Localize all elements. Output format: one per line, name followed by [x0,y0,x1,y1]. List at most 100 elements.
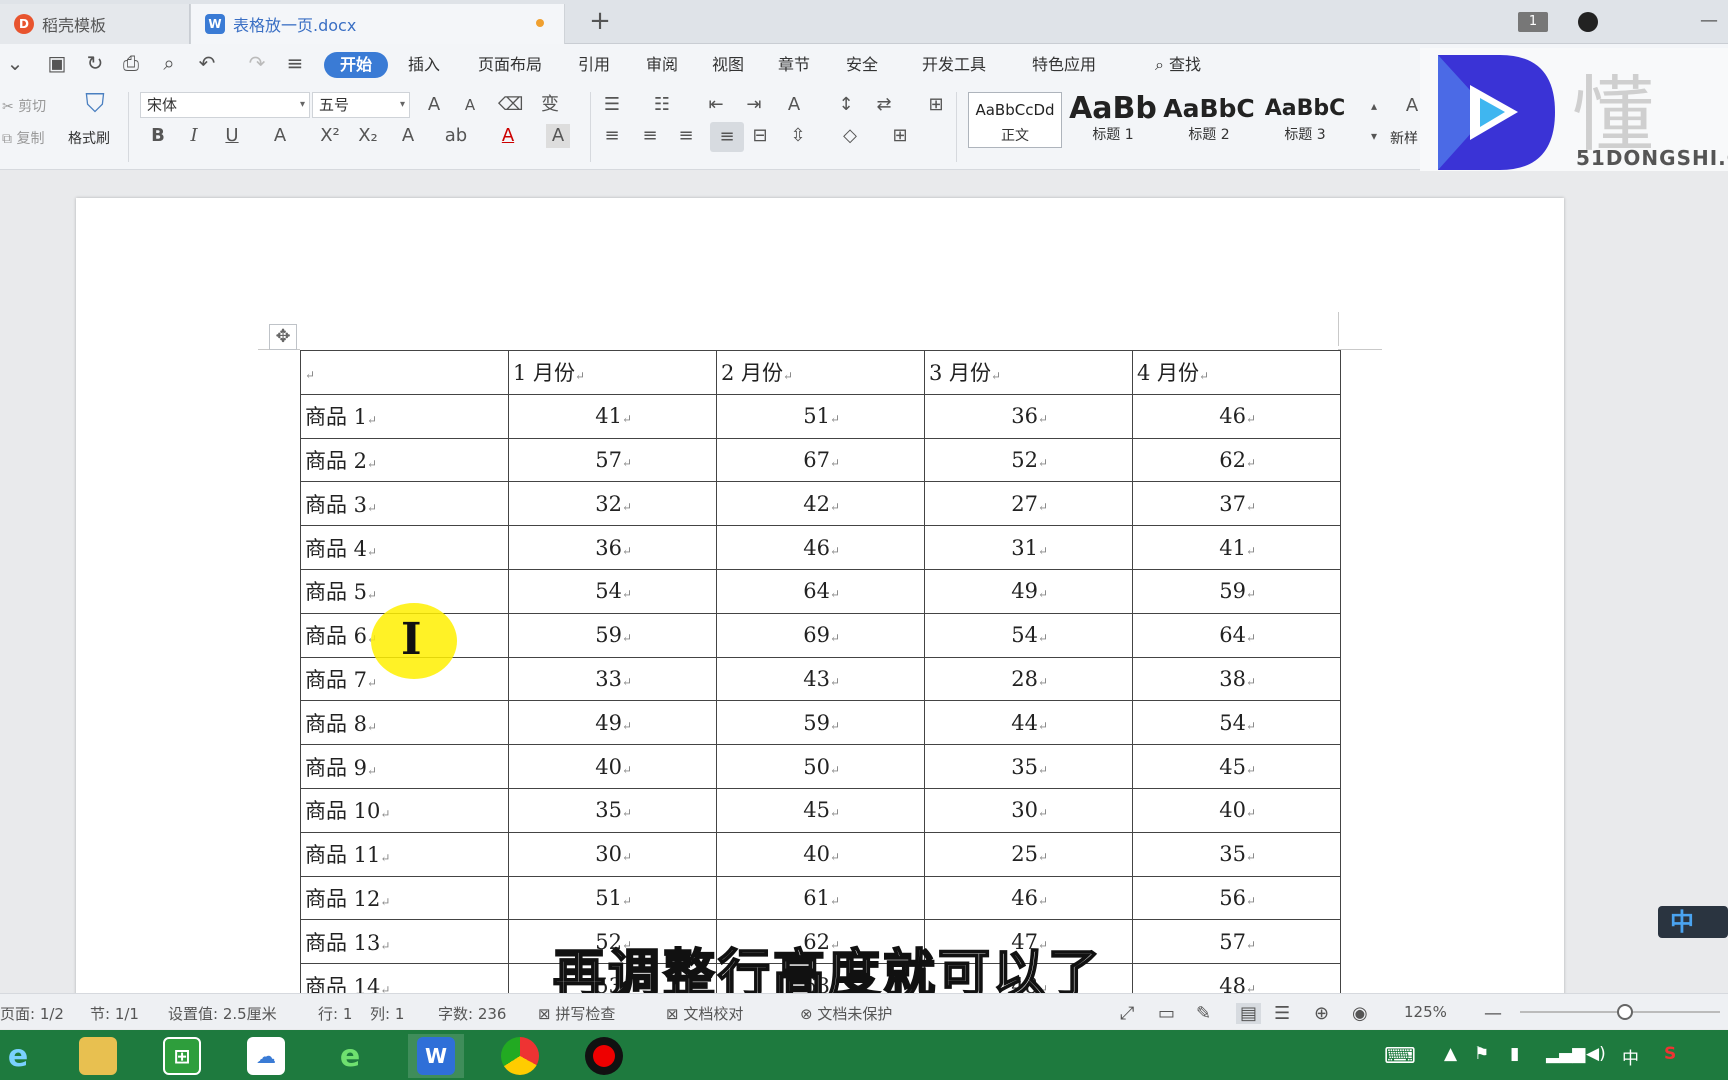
doc-protect-button[interactable]: ⊗ 文档未保护 [800,1003,892,1024]
table-cell[interactable]: 25↵ [924,831,1133,877]
new-style-label[interactable]: 新样 [1390,128,1418,148]
search-button[interactable]: ⌕ 查找 [1138,52,1218,78]
tab-count-badge[interactable]: 1 [1518,12,1548,32]
menu-chapter[interactable]: 章节 [772,52,816,78]
table-cell[interactable]: 49↵ [508,700,717,746]
table-cell[interactable]: 40↵ [508,744,717,789]
menu-insert[interactable]: 插入 [402,52,446,78]
table-cell[interactable]: 52↵ [924,437,1133,483]
table-cell[interactable]: 37↵ [1132,481,1341,527]
table-cell[interactable]: 32↵ [508,481,717,527]
line-spacing-icon[interactable]: ⇳ [786,124,810,148]
action-center-icon[interactable]: ⚑ [1474,1044,1489,1064]
undo-icon[interactable]: ↶ [194,50,220,76]
table-move-handle[interactable]: ✥ [269,324,297,350]
table-cell[interactable]: 51↵ [716,393,925,439]
row-label-cell[interactable]: 商品 9↵ [300,744,509,789]
menu-developer[interactable]: 开发工具 [914,52,994,78]
shading-icon[interactable]: ◇ [838,124,862,148]
row-label-cell[interactable]: 商品 2↵ [300,437,509,483]
edit-view-icon[interactable]: ✎ [1196,1003,1211,1024]
table-cell[interactable]: 49↵ [924,568,1133,614]
table-cell[interactable]: 40↵ [716,831,925,877]
char-shading-icon[interactable]: A [546,124,570,148]
volume-icon[interactable]: ◀) [1586,1044,1606,1064]
taskbar-baidu-netdisk[interactable]: ☁ [238,1034,294,1078]
print-preview-icon[interactable]: ⌕ [156,50,182,76]
row-label-cell[interactable]: 商品 10↵ [300,787,509,833]
eye-protect-icon[interactable]: ◉ [1352,1003,1368,1024]
new-tab-button[interactable]: + [585,6,615,38]
table-header-cell[interactable]: 3 月份↵ [924,350,1133,395]
table-cell[interactable]: 54↵ [924,612,1133,658]
table-cell[interactable]: 38↵ [1132,656,1341,702]
table-cell[interactable]: 57↵ [1132,919,1341,965]
table-header-cell[interactable]: 2 月份↵ [716,350,925,395]
borders-icon[interactable]: ⊞ [888,124,912,148]
table-cell[interactable]: 64↵ [716,568,925,614]
table-header-cell[interactable]: 1 月份↵ [508,350,717,395]
spell-check-button[interactable]: ⊠ 拼写检查 [538,1003,615,1024]
distributed-icon[interactable]: ⊟ [748,124,772,148]
highlight-icon[interactable]: ab [444,124,468,148]
taskbar-store[interactable]: ⊞ [154,1034,210,1078]
table-cell[interactable]: 43↵ [716,656,925,702]
table-cell[interactable]: 54↵ [1132,700,1341,746]
grow-font-icon[interactable]: A [422,93,446,117]
table-cell[interactable]: 30↵ [924,787,1133,833]
taskbar-wps[interactable]: W [408,1034,464,1078]
table-cell[interactable]: 44↵ [924,700,1133,746]
table-cell[interactable]: 45↵ [716,787,925,833]
chevron-down-icon[interactable]: ⌄ [2,50,28,76]
outline-view-icon[interactable]: ☰ [1274,1003,1290,1024]
numbering-icon[interactable]: ☷ [650,93,674,117]
clear-format-icon[interactable]: ⌫ [498,93,523,117]
increase-indent-icon[interactable]: ⇥ [742,93,766,117]
keyboard-icon[interactable]: ⌨ [1384,1044,1416,1069]
taskbar-browser[interactable]: e [322,1034,378,1078]
table-cell[interactable]: 67↵ [716,437,925,483]
table-cell[interactable]: 42↵ [716,481,925,527]
doc-proof-button[interactable]: ⊠ 文档校对 [666,1003,743,1024]
table-cell[interactable]: 46↵ [716,525,925,570]
menu-references[interactable]: 引用 [572,52,616,78]
table-cell[interactable]: 56↵ [1132,875,1341,921]
network-icon[interactable]: ▂▄▆ [1546,1044,1585,1064]
chinese-layout-icon[interactable]: A [782,93,806,117]
row-label-cell[interactable]: 商品 1↵ [300,393,509,439]
table-cell[interactable]: 54↵ [508,568,717,614]
style-heading-1[interactable]: AaBb 标题 1 [1066,92,1160,148]
row-label-cell[interactable]: 商品 12↵ [300,875,509,921]
tray-ime[interactable]: 中 [1622,1044,1639,1069]
save-icon[interactable]: ▣ [44,50,70,76]
table-cell[interactable]: 33↵ [508,656,717,702]
table-corner-cell[interactable]: ↵ [300,350,509,395]
status-section[interactable]: 节: 1/1 [90,1003,139,1024]
table-cell[interactable]: 40↵ [1132,787,1341,833]
style-heading-2[interactable]: AaBbC 标题 2 [1162,92,1256,148]
table-cell[interactable]: 41↵ [508,393,717,439]
row-label-cell[interactable]: 商品 3↵ [300,481,509,527]
zoom-out-icon[interactable]: — [1484,1003,1502,1024]
taskbar-recorder[interactable] [576,1034,632,1078]
table-cell[interactable]: 27↵ [924,481,1133,527]
table-cell[interactable]: 69↵ [716,612,925,658]
styles-scroll-down-icon[interactable]: ▾ [1362,124,1386,148]
status-word-count[interactable]: 字数: 236 [438,1003,506,1024]
show-hide-icon[interactable]: ⇄ [872,93,896,117]
zoom-level[interactable]: 125% [1404,1003,1447,1021]
taskbar-ie[interactable]: e [0,1034,46,1078]
table-cell[interactable]: 64↵ [1132,612,1341,658]
row-label-cell[interactable]: 商品 11↵ [300,831,509,877]
table-cell[interactable]: 31↵ [924,525,1133,570]
align-center-icon[interactable]: ≡ [638,124,662,148]
redo-icon[interactable]: ↷ [244,50,270,76]
italic-icon[interactable]: I [182,124,206,148]
tab-document[interactable]: W 表格放一页.docx [190,4,565,44]
menu-page-layout[interactable]: 页面布局 [470,52,550,78]
strikethrough-icon[interactable]: A [268,124,292,148]
tray-expand-icon[interactable]: ▲ [1444,1044,1457,1064]
table-cell[interactable]: 50↵ [716,744,925,789]
taskbar-chrome[interactable] [492,1034,548,1078]
font-name-select[interactable]: 宋体 ▾ [140,92,310,118]
